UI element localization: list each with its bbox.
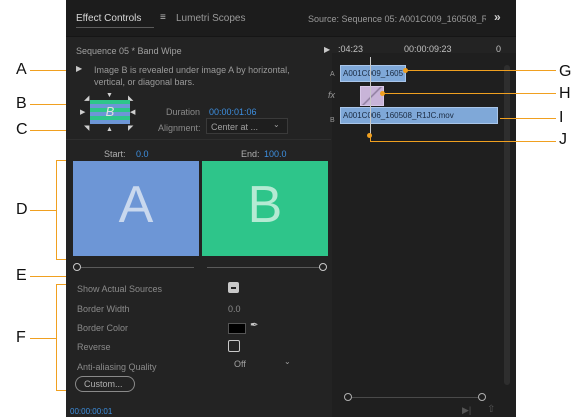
border-width-value[interactable]: 0.0 <box>228 304 241 314</box>
clip-b[interactable]: A001C006_160508_R1JC.mov <box>340 107 498 124</box>
alignment-dropdown[interactable]: Center at ... ⌄ <box>206 118 288 134</box>
fx-icon: fx <box>328 90 336 100</box>
active-tab-underline <box>76 27 154 28</box>
edge-selector-top-icon[interactable]: ▼ <box>106 92 113 99</box>
preview-b: B <box>202 161 328 256</box>
callout-h-line <box>383 93 556 94</box>
zoom-handle-left[interactable] <box>344 393 352 401</box>
reverse-label: Reverse <box>77 342 111 352</box>
divider <box>66 139 331 140</box>
anti-aliasing-value: Off <box>234 359 246 369</box>
footer-timecode[interactable]: 00:00:00:01 <box>70 407 112 416</box>
end-slider-track[interactable] <box>207 267 320 268</box>
callout-j: J <box>559 131 567 148</box>
thumbnail-letter: B <box>105 104 115 119</box>
checkbox-mark-icon <box>231 287 236 289</box>
eyedropper-icon[interactable]: ✒ <box>250 320 258 331</box>
end-value[interactable]: 100.0 <box>264 149 287 159</box>
transition-description: Image B is revealed under image A by hor… <box>94 65 290 87</box>
start-value[interactable]: 0.0 <box>136 149 149 159</box>
alignment-value: Center at ... <box>211 122 259 132</box>
callout-d-line <box>30 210 56 211</box>
start-slider-handle[interactable] <box>73 263 81 271</box>
callout-f: F <box>16 329 26 346</box>
callout-a: A <box>16 61 27 78</box>
end-label: End: <box>241 149 260 159</box>
edge-selector-bottom-left-icon[interactable]: ◥ <box>84 124 89 132</box>
duration-value[interactable]: 00:00:01:06 <box>209 107 257 117</box>
callout-h: H <box>559 85 571 102</box>
reverse-checkbox[interactable] <box>228 340 240 352</box>
callout-d: D <box>16 201 28 218</box>
callout-b: B <box>16 95 27 112</box>
anti-aliasing-label: Anti-aliasing Quality <box>77 362 157 372</box>
transition-thumbnail: B <box>90 100 130 124</box>
end-slider-handle[interactable] <box>319 263 327 271</box>
share-icon[interactable]: ⇧ <box>487 404 495 415</box>
edge-selector-top-left-icon[interactable]: ◢ <box>84 94 89 102</box>
play-transition-icon[interactable]: ▶ <box>76 64 82 73</box>
effect-controls-area: Sequence 05 * Band Wipe ▶ ▶ Image B is r… <box>66 37 331 417</box>
transition-clip[interactable] <box>360 86 384 106</box>
duration-label: Duration <box>166 107 201 117</box>
show-actual-sources-checkbox[interactable] <box>228 282 239 293</box>
callout-i: I <box>559 109 564 126</box>
callout-d-bracket <box>56 160 57 260</box>
custom-button[interactable]: Custom... <box>75 376 135 392</box>
time-ruler: :04:23 00:00:09:23 0 <box>332 37 516 54</box>
chevron-down-icon: ⌄ <box>284 357 291 366</box>
ruler-time-left: :04:23 <box>338 44 364 54</box>
timeline-area: :04:23 00:00:09:23 0 A fx B A001C009_160… <box>328 37 516 417</box>
start-slider-track[interactable] <box>81 267 194 268</box>
edge-selector-right-icon[interactable]: ◀ <box>130 108 135 116</box>
vertical-scrollbar[interactable] <box>504 65 510 385</box>
preview-a: A <box>73 161 199 256</box>
callout-f-bracket <box>56 284 57 391</box>
tab-lumetri-scopes[interactable]: Lumetri Scopes <box>176 13 245 24</box>
edge-selector-left-icon[interactable]: ▶ <box>80 108 85 116</box>
callout-g: G <box>559 63 572 80</box>
callout-i-line <box>500 118 556 119</box>
custom-button-label: Custom... <box>84 379 123 389</box>
alignment-label: Alignment: <box>158 123 201 133</box>
panel-tab-bar: Effect Controls ≡ Lumetri Scopes Source:… <box>66 0 516 37</box>
anti-aliasing-dropdown[interactable]: Off ⌄ <box>228 356 298 370</box>
sequence-header: Sequence 05 * Band Wipe <box>76 46 182 56</box>
callout-j-line <box>370 141 556 142</box>
tab-source[interactable]: Source: Sequence 05: A001C009_160508_R1J… <box>308 14 486 24</box>
preview-a-letter: A <box>118 176 154 234</box>
track-b-label: B <box>330 117 335 124</box>
edge-selector-bottom-right-icon[interactable]: ◤ <box>128 124 133 132</box>
border-color-label: Border Color <box>77 323 129 333</box>
border-color-swatch[interactable] <box>228 323 246 334</box>
ruler-time-mid: 00:00:09:23 <box>404 44 452 54</box>
premiere-panel: Effect Controls ≡ Lumetri Scopes Source:… <box>66 0 516 417</box>
hamburger-icon[interactable]: ≡ <box>160 12 166 23</box>
tab-effect-controls[interactable]: Effect Controls <box>76 13 141 24</box>
callout-g-line <box>406 70 556 71</box>
track-a-label: A <box>330 71 335 78</box>
callout-c: C <box>16 121 28 138</box>
show-actual-sources-label: Show Actual Sources <box>77 284 163 294</box>
clip-a[interactable]: A001C009_1605 <box>340 65 406 82</box>
transition-thumbnail-frame: ▶ ◀ ◢ ◣ ◥ ◤ ▼ ▲ B <box>80 92 140 133</box>
callout-f-line <box>30 338 56 339</box>
zoom-handle-right[interactable] <box>478 393 486 401</box>
border-width-label: Border Width <box>77 304 130 314</box>
ruler-time-right: 0 <box>496 44 502 54</box>
export-frame-icon[interactable]: ▶| <box>462 405 471 416</box>
callout-e: E <box>16 267 27 284</box>
start-label: Start: <box>104 149 126 159</box>
preview-b-letter: B <box>247 176 283 234</box>
play-icon[interactable]: ▶ <box>324 45 330 54</box>
playhead[interactable] <box>370 57 371 135</box>
double-chevron-right-icon[interactable]: » <box>494 10 501 24</box>
edge-selector-bottom-icon[interactable]: ▲ <box>106 126 113 133</box>
chevron-down-icon: ⌄ <box>273 120 280 129</box>
zoom-bar[interactable] <box>352 397 478 398</box>
